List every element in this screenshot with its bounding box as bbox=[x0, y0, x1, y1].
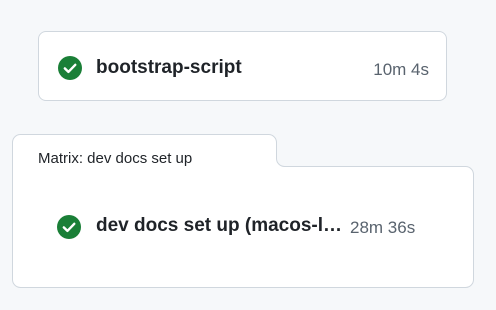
job-name: bootstrap-script bbox=[96, 57, 242, 78]
matrix-job-duration: 28m 36s bbox=[350, 218, 416, 237]
check-circle-icon bbox=[57, 215, 81, 239]
matrix-job-row[interactable]: dev docs set up (macos-latest) 28m 36s bbox=[42, 198, 452, 258]
matrix-job-name: dev docs set up (macos-latest) bbox=[96, 215, 347, 236]
matrix-title: Matrix: dev docs set up bbox=[38, 150, 193, 167]
check-circle-icon bbox=[58, 56, 82, 80]
matrix-group: Matrix: dev docs set up dev docs set up … bbox=[12, 134, 474, 288]
job-card-bootstrap-script[interactable]: bootstrap-script 10m 4s bbox=[38, 31, 447, 101]
job-duration: 10m 4s bbox=[373, 60, 429, 79]
